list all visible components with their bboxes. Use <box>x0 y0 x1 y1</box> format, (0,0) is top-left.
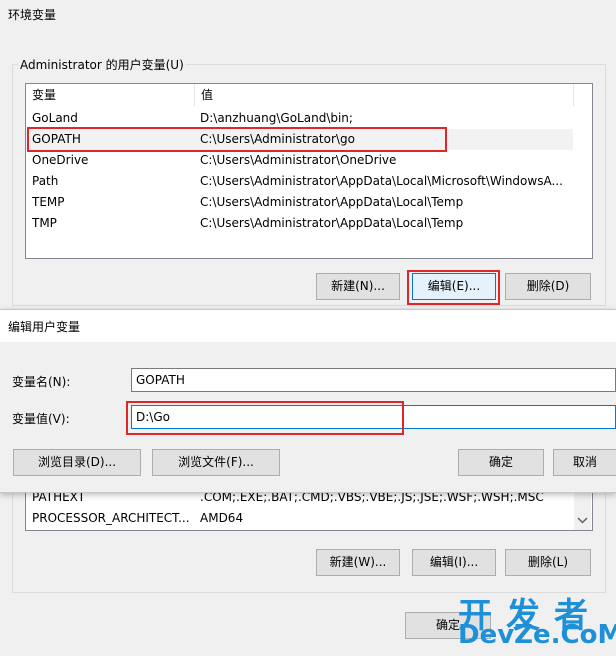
window-title: 环境变量 <box>8 8 57 22</box>
variable-name: OneDrive <box>32 153 89 167</box>
variable-value: AMD64 <box>200 511 244 525</box>
gopath-row-highlight <box>27 127 447 152</box>
variable-value: C:\Users\Administrator\AppData\Local\Tem… <box>200 195 464 209</box>
dialog-ok-button[interactable]: 确定 <box>458 449 544 476</box>
watermark-domain: DevZe.CoM <box>458 620 616 650</box>
value-input-highlight <box>126 401 404 435</box>
chevron-down-icon[interactable] <box>574 512 591 529</box>
variable-value: C:\Users\Administrator\OneDrive <box>200 153 397 167</box>
variable-name: TMP <box>32 216 57 230</box>
variable-name-label: 变量名(N): <box>12 375 71 389</box>
variable-value: C:\Users\Administrator\AppData\Local\Mic… <box>200 174 563 188</box>
system-delete-button[interactable]: 删除(L) <box>505 549 591 576</box>
dialog-title-bar[interactable]: 编辑用户变量 <box>0 310 616 342</box>
table-row[interactable]: PROCESSOR_ARCHITECT... AMD64 <box>26 508 573 529</box>
variable-value-label: 变量值(V): <box>12 412 70 426</box>
user-variables-list[interactable]: 变量 值 GoLand D:\anzhuang\GoLand\bin; GOPA… <box>25 83 593 259</box>
system-new-button[interactable]: 新建(W)... <box>316 549 400 576</box>
variable-name-input[interactable]: GOPATH <box>131 368 616 392</box>
table-row[interactable]: GoLand D:\anzhuang\GoLand\bin; <box>26 108 573 129</box>
table-row[interactable]: OneDrive C:\Users\Administrator\OneDrive <box>26 150 573 171</box>
user-delete-button[interactable]: 删除(D) <box>505 273 591 300</box>
table-row[interactable]: TEMP C:\Users\Administrator\AppData\Loca… <box>26 192 573 213</box>
dialog-cancel-button[interactable]: 取消 <box>553 449 616 476</box>
table-row[interactable]: TMP C:\Users\Administrator\AppData\Local… <box>26 213 573 234</box>
column-header-name[interactable]: 变量 <box>26 84 194 106</box>
system-edit-button[interactable]: 编辑(I)... <box>412 549 496 576</box>
column-header-value[interactable]: 值 <box>195 84 573 106</box>
user-new-button[interactable]: 新建(N)... <box>316 273 400 300</box>
column-separator[interactable] <box>573 84 574 106</box>
browse-file-button[interactable]: 浏览文件(F)... <box>152 449 280 476</box>
table-row[interactable]: Path C:\Users\Administrator\AppData\Loca… <box>26 171 573 192</box>
variable-value: C:\Users\Administrator\AppData\Local\Tem… <box>200 216 464 230</box>
dialog-title: 编辑用户变量 <box>8 320 81 334</box>
variable-name: PROCESSOR_ARCHITECT... <box>32 511 190 525</box>
variable-name: GoLand <box>32 111 78 125</box>
variable-name: Path <box>32 174 59 188</box>
edit-button-highlight <box>407 270 500 305</box>
browse-directory-button[interactable]: 浏览目录(D)... <box>13 449 141 476</box>
edit-user-variable-dialog: 编辑用户变量 变量名(N): GOPATH 变量值(V): D:\Go 浏览目录… <box>0 309 616 493</box>
variable-name: TEMP <box>32 195 65 209</box>
variable-value: D:\anzhuang\GoLand\bin; <box>200 111 353 125</box>
user-variables-group-label: Administrator 的用户变量(U) <box>18 56 186 73</box>
